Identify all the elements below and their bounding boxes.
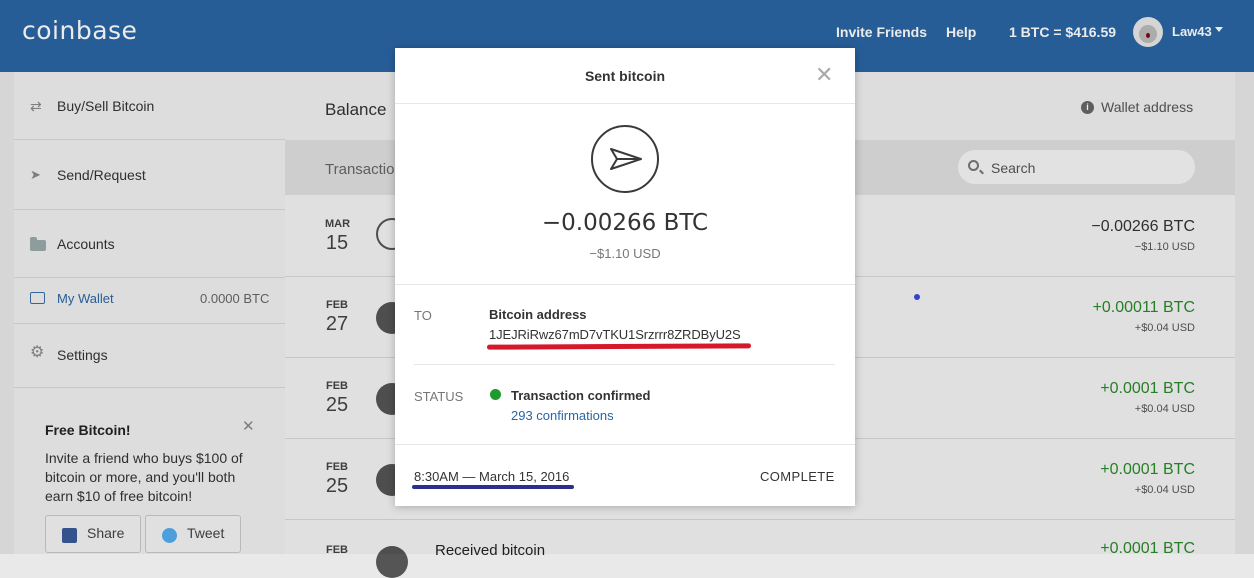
modal-amount: −0.00266 BTC [541,210,709,236]
status-label: STATUS [414,389,464,404]
close-icon[interactable]: ✕ [815,64,833,86]
bitcoin-address[interactable]: 1JEJRiRwz67mD7vTKU1Srzrrr8ZRDByU2S [489,327,741,342]
divider [395,284,855,285]
send-icon [591,125,659,193]
to-label: TO [414,308,432,323]
status-dot-icon [490,389,501,400]
sent-bitcoin-modal: Sent bitcoin ✕ −0.00266 BTC −$1.10 USD T… [395,48,855,506]
red-underline-annotation [486,343,752,350]
confirmations-link[interactable]: 293 confirmations [511,408,614,423]
status-title: Transaction confirmed [511,388,651,403]
blue-underline-annotation [412,485,574,489]
divider [414,364,835,365]
divider [395,444,855,445]
address-title: Bitcoin address [489,307,587,322]
cursor-dot [914,294,920,300]
transaction-state: COMPLETE [760,469,835,484]
modal-usd: −$1.10 USD [589,246,661,261]
transaction-datetime: 8:30AM — March 15, 2016 [414,469,570,484]
modal-header: Sent bitcoin ✕ [395,48,855,104]
modal-title: Sent bitcoin [584,68,666,84]
